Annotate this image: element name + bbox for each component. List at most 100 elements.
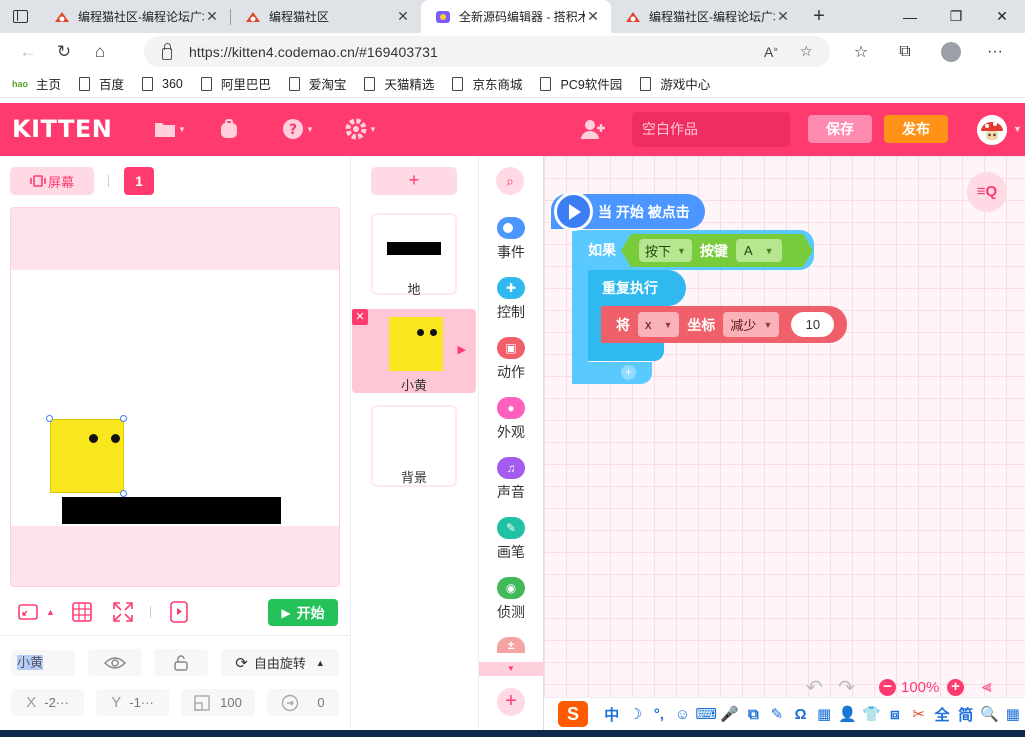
when-start-clicked-block[interactable]: 当 开始 被点击 <box>551 192 705 231</box>
bookmark-item[interactable]: 百度 <box>79 74 124 93</box>
fullscreen-icon[interactable] <box>113 598 133 626</box>
lock-toggle[interactable] <box>154 649 208 676</box>
bookmark-item[interactable]: 360 <box>142 76 183 91</box>
help-icon[interactable]: ? ▼ <box>282 116 314 142</box>
home-icon[interactable]: ⌂ <box>82 37 118 67</box>
stage-size-caret-icon[interactable]: ▲ <box>46 598 55 626</box>
repeat-forever-block[interactable]: 重复执行 <box>588 270 686 306</box>
screen-mode-button[interactable]: 屏幕 <box>10 167 94 195</box>
bookmark-item[interactable]: 阿里巴巴 <box>200 74 271 93</box>
save-button[interactable]: 保存 <box>808 115 872 143</box>
tab-actions-icon[interactable] <box>0 0 40 33</box>
ime-search-icon[interactable]: 🔍 <box>978 705 1002 723</box>
reload-icon[interactable]: ↻ <box>46 37 82 67</box>
ime-halfwidth-icon[interactable]: ☽ <box>624 705 648 723</box>
axis-dropdown[interactable]: x ▼ <box>638 312 680 337</box>
back-icon[interactable]: ← <box>10 37 46 67</box>
category-sensing[interactable]: ◉ 侦测 <box>479 577 543 622</box>
favorites-icon[interactable]: ☆ <box>846 33 876 70</box>
ime-skin-icon[interactable]: ⧉ <box>742 706 766 723</box>
close-icon[interactable]: ✕ <box>204 8 220 25</box>
tab-community-2[interactable]: 编程猫社区 ✕ <box>231 0 421 33</box>
category-looks[interactable]: ● 外观 <box>479 397 543 442</box>
read-aloud-icon[interactable]: A» <box>764 44 778 60</box>
sprite-card-yellow[interactable]: 小黄 ▶ <box>352 309 476 393</box>
phone-preview-icon[interactable] <box>169 598 189 626</box>
grid-icon[interactable] <box>72 598 92 626</box>
sprite-card-background[interactable]: 背景 <box>371 405 457 487</box>
scroll-down-icon[interactable]: ▼ <box>479 662 543 676</box>
sogou-logo-icon[interactable]: S <box>558 701 588 727</box>
ime-keyboard-icon[interactable]: ⌨ <box>694 705 718 723</box>
minimize-icon[interactable]: — <box>887 0 933 33</box>
ime-voice-icon[interactable]: 🎤 <box>718 705 742 723</box>
bookmark-item[interactable]: PC9软件园 <box>540 74 622 93</box>
bookmark-item[interactable]: 爱淘宝 <box>288 74 346 93</box>
profile-avatar[interactable] <box>936 33 966 70</box>
undo-icon[interactable]: ↶ <box>806 676 823 699</box>
sprite-card-ground[interactable]: 地 <box>371 213 457 297</box>
category-events[interactable]: 事件 <box>479 217 543 262</box>
ime-simplified-icon[interactable]: 简 <box>954 704 978 725</box>
y-position-field[interactable]: Y -1··· <box>96 689 169 716</box>
category-motion[interactable]: ▣ 动作 <box>479 337 543 382</box>
block-search-icon[interactable]: ⌕ <box>496 167 524 195</box>
workspace-search-icon[interactable]: ≡Q <box>967 172 1007 212</box>
size-field[interactable]: 100 <box>181 689 255 716</box>
zoom-in-button[interactable]: + <box>947 676 964 698</box>
ground-sprite-on-stage[interactable] <box>62 497 281 524</box>
ime-toolbox-icon[interactable]: ⧈ <box>883 706 907 723</box>
ime-fullwidth-icon[interactable]: 全 <box>930 704 954 725</box>
ime-emoji-icon[interactable]: ☺ <box>671 706 695 723</box>
operation-dropdown[interactable]: 减少 ▼ <box>723 312 780 337</box>
ime-more-icon[interactable]: ▦ <box>1001 705 1025 723</box>
category-pen[interactable]: ✎ 画笔 <box>479 517 543 562</box>
resize-handle[interactable] <box>120 490 127 497</box>
work-name-input[interactable]: 空白作品 <box>632 112 790 147</box>
folder-icon[interactable]: ▼ <box>154 116 186 142</box>
stage-size-icon[interactable] <box>18 598 38 626</box>
ime-handwriting-icon[interactable]: ✎ <box>765 705 789 723</box>
publish-button[interactable]: 发布 <box>884 115 948 143</box>
tab-community-3[interactable]: 编程猫社区-编程论坛广场 ✕ <box>611 0 801 33</box>
ime-screenshot-icon[interactable]: ✂ <box>907 705 931 723</box>
add-collaborator-icon[interactable] <box>580 116 608 142</box>
window-close-icon[interactable]: ✕ <box>979 0 1025 33</box>
url-field[interactable]: https://kitten4.codemao.cn/#169403731 A»… <box>144 36 830 67</box>
user-avatar[interactable] <box>977 115 1007 145</box>
delete-sprite-icon[interactable]: ✕ <box>352 309 368 325</box>
collections-icon[interactable]: ⧉ <box>890 33 920 70</box>
tab-community-1[interactable]: 编程猫社区-编程论坛广场 ✕ <box>40 0 230 33</box>
settings-gear-icon[interactable]: ▼ <box>345 116 377 142</box>
yellow-sprite-on-stage[interactable] <box>50 419 124 493</box>
close-icon[interactable]: ✕ <box>775 8 791 25</box>
sprite-name-field[interactable]: 小黄 <box>11 650 75 676</box>
scene-number-button[interactable]: 1 <box>124 167 154 195</box>
start-button[interactable]: ▶ 开始 <box>268 599 338 626</box>
more-menu-icon[interactable]: ··· <box>980 33 1010 70</box>
close-icon[interactable]: ✕ <box>585 8 601 25</box>
account-menu-caret-icon[interactable]: ▼ <box>1013 124 1022 134</box>
tab-editor[interactable]: 全新源码编辑器 - 搭积木 ✕ <box>421 0 611 33</box>
add-sprite-button[interactable]: + <box>371 167 457 195</box>
redo-icon[interactable]: ↷ <box>838 676 855 699</box>
rotation-mode-dropdown[interactable]: ⟳ 自由旋转 ▲ <box>221 649 339 676</box>
category-sound[interactable]: ♫ 声音 <box>479 457 543 502</box>
x-position-field[interactable]: X -2··· <box>11 689 84 716</box>
press-action-dropdown[interactable]: 按下 ▼ <box>639 239 692 262</box>
add-extension-button[interactable]: + <box>497 688 525 716</box>
new-tab-button[interactable]: + <box>801 0 837 33</box>
ime-chinese-mode-icon[interactable]: 中 <box>600 704 624 725</box>
ime-shirt-icon[interactable]: 👕 <box>860 705 884 723</box>
ime-punctuation-icon[interactable]: °, <box>647 706 671 723</box>
zoom-out-button[interactable]: − <box>879 676 896 698</box>
bookmark-item[interactable]: 京东商城 <box>452 74 522 93</box>
key-pressed-condition-block[interactable]: 按下 ▼ 按键 A ▼ <box>621 234 813 267</box>
ime-soft-keyboard-icon[interactable]: ▦ <box>812 705 836 723</box>
rotate-handle[interactable] <box>120 415 127 422</box>
restore-icon[interactable]: ❐ <box>933 0 979 33</box>
key-dropdown[interactable]: A ▼ <box>736 239 782 262</box>
ime-user-icon[interactable]: 👤 <box>836 705 860 723</box>
add-branch-icon[interactable]: + <box>621 365 636 380</box>
bookmark-item[interactable]: 游戏中心 <box>640 74 710 93</box>
